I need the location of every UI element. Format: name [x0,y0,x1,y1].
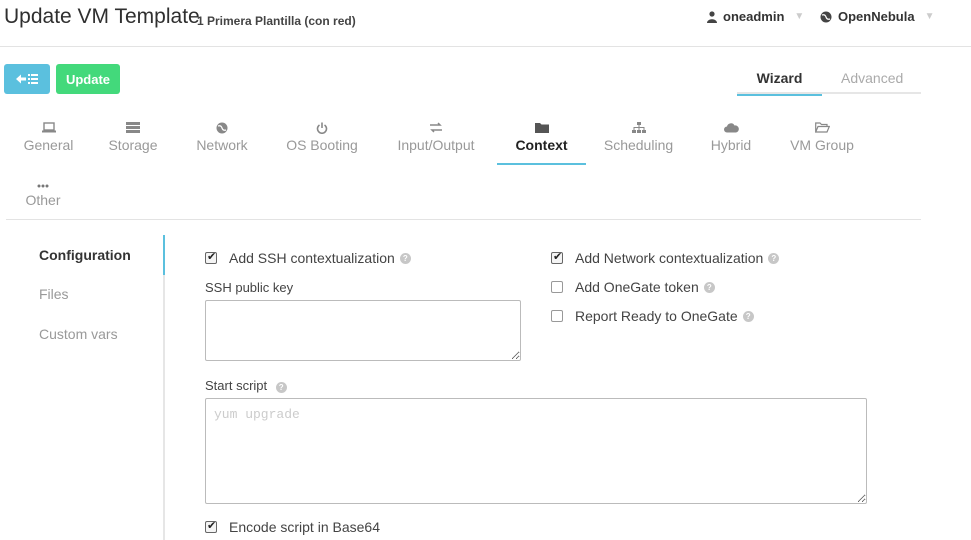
tab-label: Other [25,192,61,208]
tab-label: Hybrid [710,137,752,153]
tab-context[interactable]: Context [497,116,586,165]
context-side-menu: Configuration Files Custom vars [6,235,165,540]
storage-icon [103,122,163,138]
chevron-down-icon: ▼ [924,11,935,22]
checkbox[interactable] [205,250,217,264]
checkbox-label: Add SSH contextualization [229,250,395,266]
tab-vm-group[interactable]: VM Group [782,116,862,165]
help-icon[interactable]: ? [275,382,287,393]
tab-label: VM Group [790,137,854,153]
tab-general[interactable]: General [16,116,81,165]
start-script-label: Start script ? [205,378,287,393]
checkbox-label: Encode script in Base64 [229,519,380,535]
zone-menu[interactable]: OpenNebula ▼ [820,9,934,24]
globe-icon [820,11,832,22]
template-name: 1 Primera Plantilla (con red) [197,14,356,28]
ssh-public-key-label: SSH public key [205,280,294,295]
back-to-list-button[interactable] [4,64,50,94]
tab-label: Scheduling [603,137,674,153]
tab-input-output[interactable]: Input/Output [392,116,480,165]
start-script-label-text: Start script [205,378,268,393]
cloud-icon [703,122,759,138]
sitemap-icon [600,122,677,138]
tab-label: Input/Output [397,137,475,153]
side-item-files[interactable]: Files [39,286,69,302]
tab-label: OS Booting [286,137,358,153]
tab-os-booting[interactable]: OS Booting [283,116,361,165]
checkbox[interactable] [551,281,563,293]
power-icon [283,122,361,138]
tab-label: Storage [108,137,158,153]
ellipsis-icon [16,177,70,193]
folder-icon [497,122,586,138]
help-icon[interactable]: ? [399,252,411,264]
tab-scheduling[interactable]: Scheduling [600,116,677,165]
ssh-public-key-input[interactable] [205,300,521,361]
tab-storage[interactable]: Storage [103,116,163,165]
arrow-left-list-icon [16,74,38,84]
network-contextualization-checkbox[interactable]: Add Network contextualization ? [551,250,780,266]
help-icon[interactable]: ? [703,281,715,293]
side-item-configuration[interactable]: Configuration [39,247,131,263]
page-header: Update VM Template 1 Primera Plantilla (… [0,0,971,47]
tab-advanced[interactable]: Advanced [841,70,903,86]
tab-label: General [23,137,74,153]
page-title: Update VM Template [4,5,200,28]
mode-tabs: Wizard Advanced [737,68,921,96]
checkbox-label: Report Ready to OneGate [575,308,738,324]
tab-wizard[interactable]: Wizard [737,70,822,96]
encode-base64-checkbox[interactable]: Encode script in Base64 [205,519,380,535]
start-script-input[interactable] [205,398,867,504]
chevron-down-icon: ▼ [794,11,805,22]
checkbox[interactable] [205,519,217,533]
tab-hybrid[interactable]: Hybrid [703,116,759,165]
username: oneadmin [723,9,785,24]
ssh-contextualization-checkbox[interactable]: Add SSH contextualization ? [205,250,411,266]
side-item-custom-vars[interactable]: Custom vars [39,326,118,342]
folder-open-icon [782,122,862,138]
checkbox-label: Add Network contextualization [575,250,764,266]
report-ready-checkbox[interactable]: Report Ready to OneGate ? [551,308,754,324]
exchange-icon [392,122,480,138]
tab-other[interactable]: Other [16,171,70,220]
laptop-icon [16,122,81,138]
checkbox[interactable] [551,250,563,264]
zone-name: OpenNebula [838,9,915,24]
help-icon[interactable]: ? [742,310,754,322]
template-tabs: General Storage Network OS Booting Input… [6,116,921,220]
active-indicator [163,235,165,275]
checkbox[interactable] [551,310,563,322]
user-icon [707,10,717,23]
globe-icon [188,122,256,138]
update-button[interactable]: Update [56,64,120,94]
onegate-token-checkbox[interactable]: Add OneGate token ? [551,279,715,295]
tab-label: Network [196,137,248,153]
user-menu[interactable]: oneadmin ▼ [707,9,804,24]
checkbox-label: Add OneGate token [575,279,699,295]
tab-label: Context [515,137,568,153]
help-icon[interactable]: ? [768,252,780,264]
tab-network[interactable]: Network [188,116,256,165]
